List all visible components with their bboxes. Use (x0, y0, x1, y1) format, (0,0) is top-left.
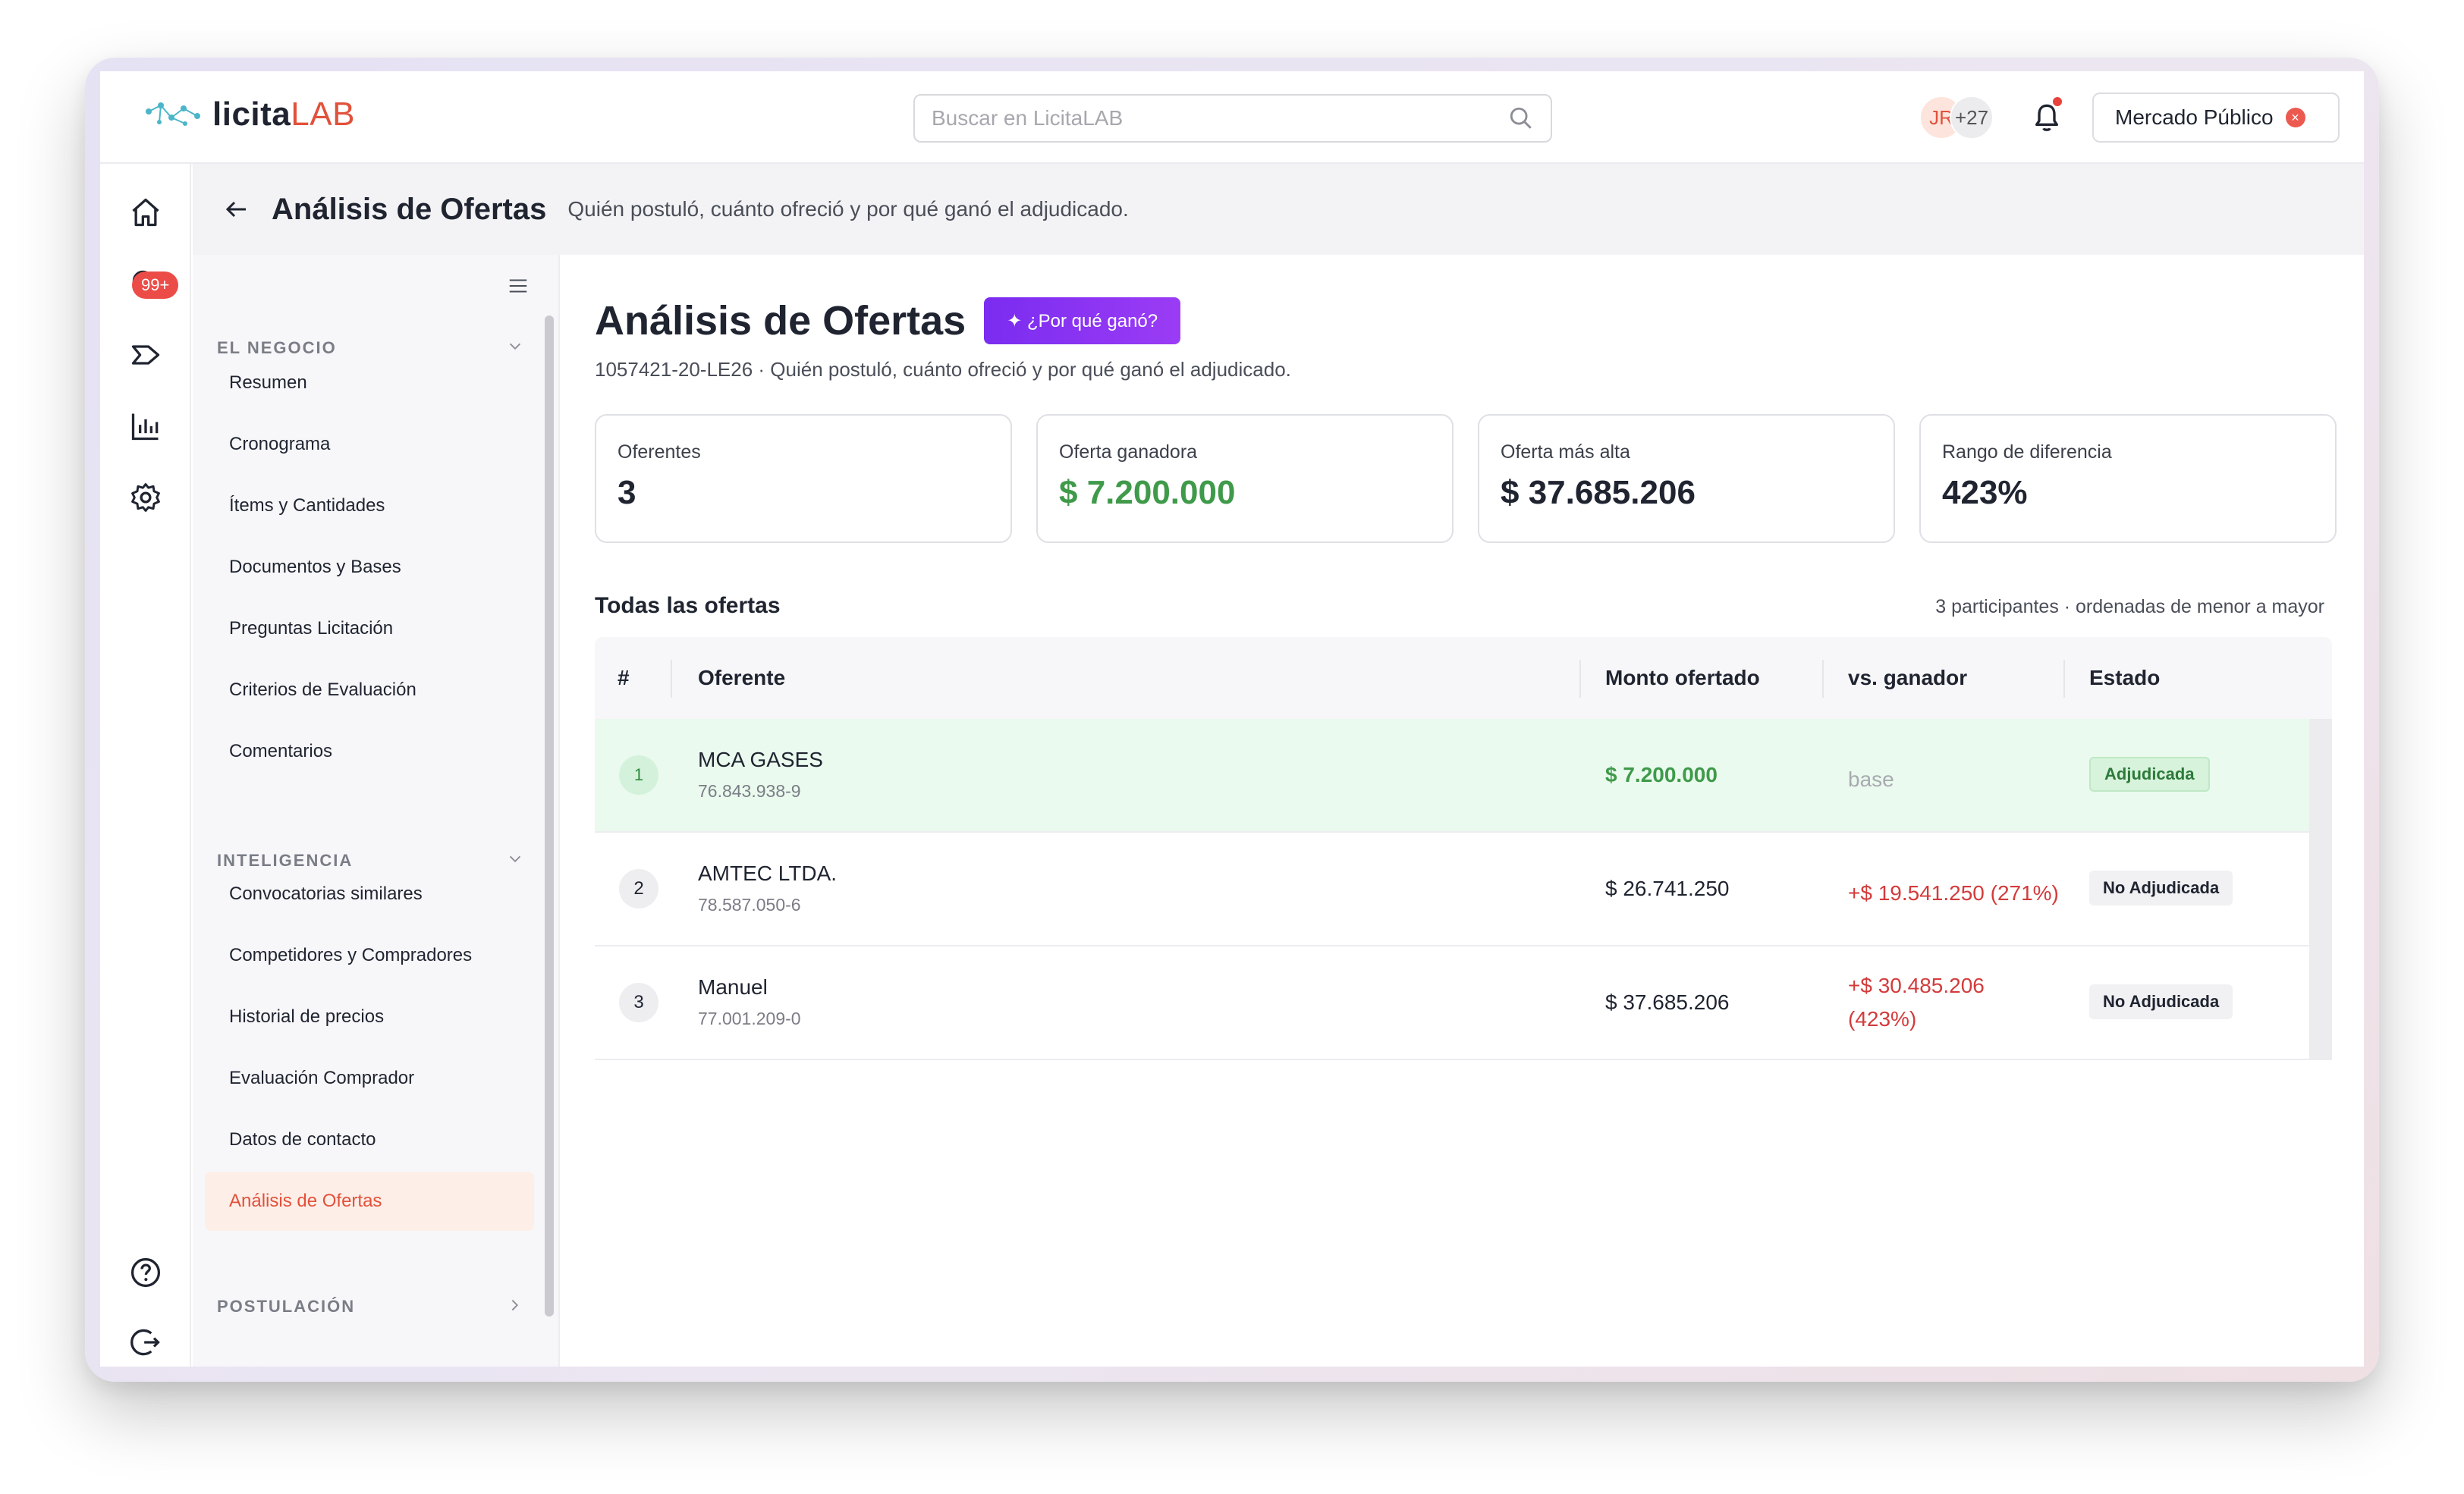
logo[interactable]: licitaLAB (144, 96, 355, 133)
page-title: Análisis de Ofertas (272, 192, 547, 226)
table-row[interactable]: 2 AMTEC LTDA. 78.587.050-6 $ 26.741.250 … (595, 833, 2332, 946)
search-icon[interactable] (1508, 105, 1534, 131)
rank-badge: 3 (619, 983, 658, 1022)
sidebar-item-resumen[interactable]: Resumen (205, 353, 534, 413)
send-icon[interactable] (129, 338, 162, 372)
search-input[interactable] (932, 106, 1508, 130)
search-box[interactable] (913, 94, 1552, 143)
bid-diff: base (1848, 767, 1894, 791)
bid-diff: +$ 19.541.250 (271%) (1848, 881, 2059, 905)
page-header: Análisis de Ofertas Quién postuló, cuánt… (193, 164, 2364, 255)
card-oferta-ganadora: Oferta ganadora $ 7.200.000 (1036, 414, 1454, 543)
chevron-right-icon[interactable] (507, 1297, 523, 1314)
offers-section-title: Todas las ofertas (595, 593, 781, 618)
bid-amount: $ 37.685.206 (1605, 990, 1730, 1014)
sidebar-item-competidores[interactable]: Competidores y Compradores (205, 926, 534, 985)
card-oferentes: Oferentes 3 (595, 414, 1012, 543)
bid-amount: $ 26.741.250 (1605, 877, 1730, 900)
logout-icon[interactable] (129, 1326, 162, 1359)
main-content: Análisis de Ofertas ✦ ¿Por qué ganó? 105… (561, 255, 2364, 1367)
card-value: $ 7.200.000 (1059, 474, 1236, 511)
bid-diff: +$ 30.485.206 (423%) (1848, 974, 1985, 1031)
top-bar: licitaLAB JR +27 Mercado Público × (100, 71, 2364, 164)
sidebar-item-convocatorias[interactable]: Convocatorias similares (205, 865, 534, 924)
column-divider (671, 660, 672, 698)
notification-badge: 99+ (132, 271, 179, 299)
status-badge: No Adjudicada (2089, 871, 2233, 906)
icon-rail: 99+ (100, 164, 191, 1367)
bidder-rut: 77.001.209-0 (698, 1009, 801, 1028)
rank-badge: 2 (619, 869, 658, 909)
logo-network-icon (146, 102, 200, 126)
sidebar-item-criterios[interactable]: Criterios de Evaluación (205, 661, 534, 720)
card-value: 3 (618, 474, 636, 511)
bidder-name: AMTEC LTDA. (698, 862, 838, 885)
home-icon[interactable] (129, 196, 162, 229)
sidebar-item-preguntas[interactable]: Preguntas Licitación (205, 599, 534, 658)
market-label: Mercado Público (2115, 105, 2274, 129)
card-value: $ 37.685.206 (1501, 474, 1696, 511)
bid-amount: $ 7.200.000 (1605, 763, 1718, 786)
bidder-rut: 76.843.938-9 (698, 781, 801, 801)
card-label: Rango de diferencia (1942, 441, 2112, 463)
column-divider (1822, 660, 1824, 698)
market-selector-button[interactable]: Mercado Público × (2092, 93, 2340, 143)
menu-icon[interactable] (507, 275, 530, 297)
bidder-rut: 78.587.050-6 (698, 895, 801, 915)
collaborators[interactable]: JR +27 (1919, 94, 1994, 141)
bidder-name: Manuel (698, 975, 768, 999)
content-title: Análisis de Ofertas (595, 298, 966, 344)
table-row[interactable]: 3 Manuel 77.001.209-0 $ 37.685.206 +$ 30… (595, 946, 2332, 1060)
sidebar-item-evaluacion[interactable]: Evaluación Comprador (205, 1049, 534, 1108)
tender-subline: 1057421-20-LE26 · Quién postuló, cuánto … (595, 358, 1291, 381)
card-oferta-mas-alta: Oferta más alta $ 37.685.206 (1478, 414, 1895, 543)
card-rango-diferencia: Rango de diferencia 423% (1919, 414, 2337, 543)
bar-chart-icon[interactable] (129, 410, 162, 443)
offers-section-meta: 3 participantes · ordenadas de menor a m… (1935, 596, 2324, 617)
col-monto[interactable]: Monto ofertado (1605, 666, 1760, 690)
rank-badge: 1 (619, 755, 658, 795)
sidebar-item-comentarios[interactable]: Comentarios (205, 722, 534, 781)
sidebar-item-documentos[interactable]: Documentos y Bases (205, 538, 534, 597)
card-label: Oferta más alta (1501, 441, 1630, 463)
bidder-name: MCA GASES (698, 748, 823, 771)
section-header-postulacion[interactable]: POSTULACIÓN (217, 1297, 355, 1317)
sidebar-item-historial[interactable]: Historial de precios (205, 987, 534, 1047)
notification-dot (2051, 96, 2063, 108)
page-subtitle: Quién postuló, cuánto ofreció y por qué … (567, 197, 1129, 221)
summary-cards: Oferentes 3 Oferta ganadora $ 7.200.000 … (595, 414, 2337, 543)
sidebar-item-analisis-ofertas[interactable]: Análisis de Ofertas (205, 1172, 534, 1231)
sidebar-item-contacto[interactable]: Datos de contacto (205, 1110, 534, 1169)
sidebar-scrollbar[interactable] (545, 315, 554, 1317)
why-won-button[interactable]: ✦ ¿Por qué ganó? (984, 297, 1181, 344)
card-label: Oferentes (618, 441, 701, 463)
card-value: 423% (1942, 474, 2028, 511)
close-icon[interactable]: × (2285, 108, 2305, 127)
col-estado[interactable]: Estado (2089, 666, 2160, 690)
sidebar-item-cronograma[interactable]: Cronograma (205, 415, 534, 474)
back-arrow-icon[interactable] (223, 196, 250, 223)
chevron-down-icon[interactable] (507, 338, 523, 355)
title-row: Análisis de Ofertas ✦ ¿Por qué ganó? (595, 297, 1181, 344)
col-vs-ganador[interactable]: vs. ganador (1848, 666, 1967, 690)
status-badge: No Adjudicada (2089, 984, 2233, 1019)
column-divider (1579, 660, 1581, 698)
status-badge: Adjudicada (2089, 757, 2210, 792)
table-scrollbar[interactable] (2309, 719, 2332, 1059)
help-icon[interactable] (129, 1256, 162, 1289)
section-sidebar: EL NEGOCIO Resumen Cronograma Ítems y Ca… (193, 255, 560, 1367)
avatar-more[interactable]: +27 (1950, 96, 1994, 140)
logo-text: licitaLAB (212, 96, 355, 133)
table-header: # Oferente Monto ofertado vs. ganador Es… (595, 637, 2332, 719)
col-rank[interactable]: # (618, 666, 630, 690)
app-window: licitaLAB JR +27 Mercado Público × 99+ (100, 71, 2364, 1367)
gear-icon[interactable] (129, 481, 162, 514)
offers-table: # Oferente Monto ofertado vs. ganador Es… (595, 637, 2332, 1060)
table-row[interactable]: 1 MCA GASES 76.843.938-9 $ 7.200.000 bas… (595, 719, 2332, 833)
card-label: Oferta ganadora (1059, 441, 1198, 463)
column-divider (2063, 660, 2065, 698)
col-oferente[interactable]: Oferente (698, 666, 785, 690)
sidebar-item-items[interactable]: Ítems y Cantidades (205, 476, 534, 535)
